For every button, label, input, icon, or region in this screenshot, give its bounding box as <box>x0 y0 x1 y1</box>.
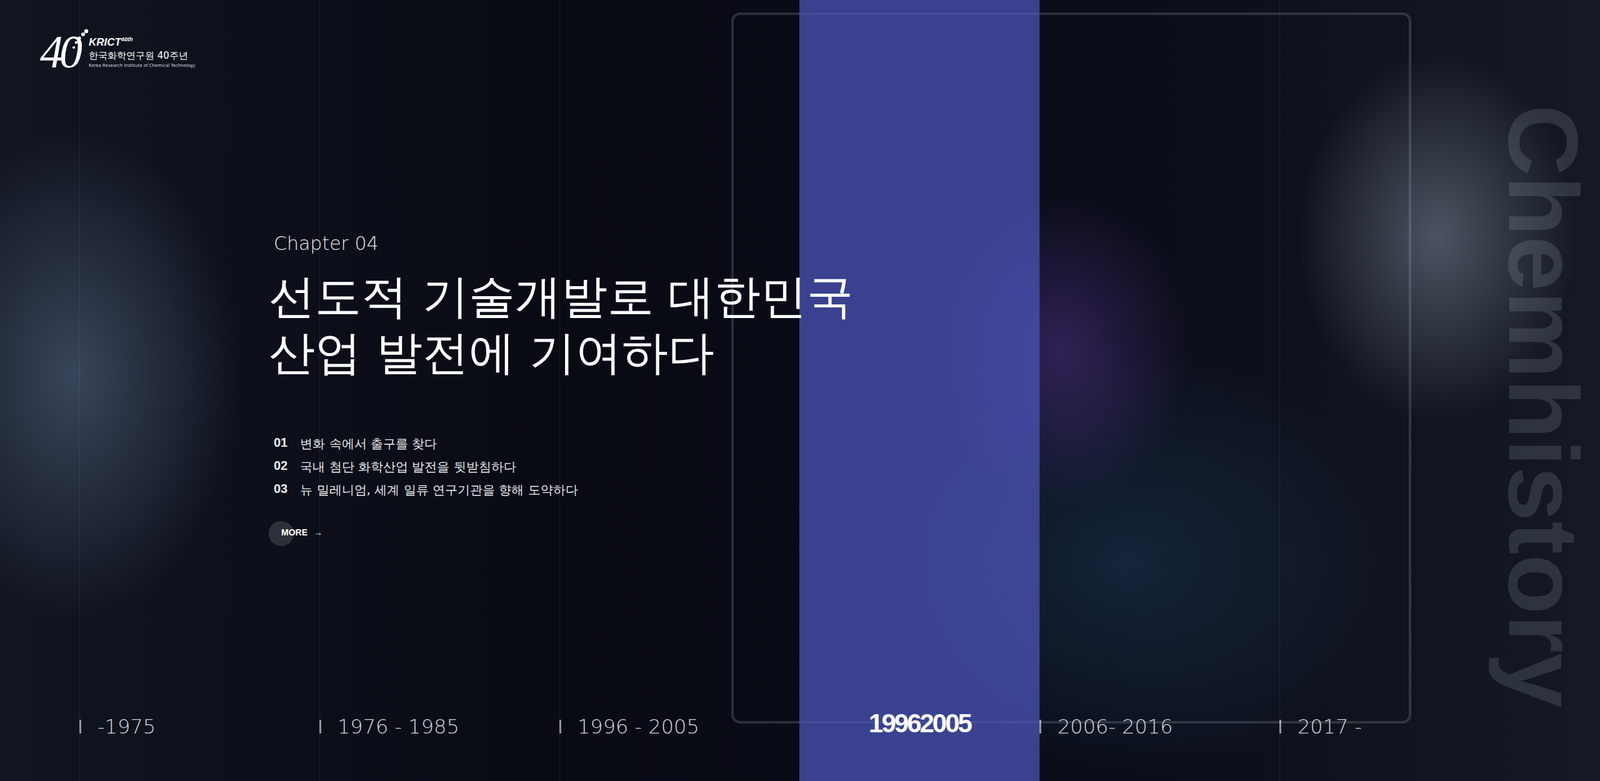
timeline-text[interactable]: 1976 - 1985 <box>337 715 460 739</box>
tick-mark <box>1039 720 1042 734</box>
timeline-text[interactable]: -1975 <box>97 715 156 739</box>
tick-mark <box>1279 720 1282 734</box>
section-list: 01 변화 속에서 출구를 찾다 02 국내 첨단 화학산업 발전을 뒷받침하다 03 뉴… <box>268 435 854 499</box>
section-text[interactable]: 변화 속에서 출구를 찾다 <box>300 435 437 453</box>
logo-number: 40 <box>40 26 79 78</box>
timeline-item[interactable]: 1976 - 1985 <box>319 0 560 781</box>
section-number[interactable]: 02 <box>273 458 288 476</box>
chapter-title: 선도적 기술개발로 대한민국산업 발전에 기여하다 <box>268 268 854 381</box>
timeline-item[interactable]: 19962005 <box>799 0 1040 781</box>
logo-superscript: 40th <box>121 36 134 43</box>
chapter-label: Chapter 04 <box>273 232 854 255</box>
dots-icon <box>70 28 89 52</box>
section-item[interactable]: 03 뉴 밀레니엄, 세계 일류 연구기관을 향해 도약하다 <box>273 481 854 499</box>
logo[interactable]: 40KRICT40th한국화학연구원 40주년Korea Research In… <box>40 28 196 75</box>
timeline-label[interactable]: -1975 <box>80 715 320 739</box>
timeline-text[interactable]: 1996 - 2005 <box>577 715 700 739</box>
timeline-item[interactable]: 2017 - <box>1279 0 1520 781</box>
title-line: 선도적 기술개발로 대한민국 <box>268 268 854 325</box>
timeline-text[interactable]: 2006- 2016 <box>1057 715 1174 739</box>
more-button[interactable]: MORE → <box>268 521 323 544</box>
timeline-label[interactable]: 1996 - 2005 <box>560 715 800 739</box>
logo-brand: KRICT <box>88 36 122 49</box>
timeline-item[interactable]: 1996 - 2005 <box>559 0 800 781</box>
timeline-item[interactable]: -1975 <box>79 0 320 781</box>
timeline: -1975 1976 - 1985 1996 - 2005 19962005 2006-… <box>0 0 1600 781</box>
timeline-text[interactable]: 19962005 <box>868 708 971 739</box>
more-label[interactable]: MORE <box>281 527 308 538</box>
watermark: Chemhistory <box>1494 104 1594 709</box>
timeline-label[interactable]: 2006- 2016 <box>1040 715 1280 739</box>
logo-title: 한국화학연구원 40주년 <box>88 50 196 62</box>
section-item[interactable]: 02 국내 첨단 화학산업 발전을 뒷받침하다 <box>273 458 854 476</box>
section-number[interactable]: 03 <box>273 481 288 499</box>
arrow-icon[interactable]: → <box>313 527 323 538</box>
section-item[interactable]: 01 변화 속에서 출구를 찾다 <box>273 435 854 453</box>
chapter-panel: Chapter 04 선도적 기술개발로 대한민국산업 발전에 기여하다 01 변화 … <box>268 232 854 544</box>
timeline-item[interactable]: 2006- 2016 <box>1039 0 1280 781</box>
title-line: 산업 발전에 기여하다 <box>268 324 854 381</box>
timeline-label[interactable]: 19962005 <box>800 708 1040 739</box>
tick-mark <box>559 720 562 734</box>
section-text[interactable]: 국내 첨단 화학산업 발전을 뒷받침하다 <box>300 458 516 476</box>
section-number[interactable]: 01 <box>273 435 288 453</box>
timeline-label[interactable]: 1976 - 1985 <box>320 715 560 739</box>
logo-text: KRICT40th한국화학연구원 40주년Korea Research Inst… <box>88 36 196 69</box>
logo-mark: 40 <box>40 28 85 75</box>
logo-subtitle: Korea Research Institute of Chemical Tec… <box>88 63 196 69</box>
timeline-text[interactable]: 2017 - <box>1297 715 1362 739</box>
section-text[interactable]: 뉴 밀레니엄, 세계 일류 연구기관을 향해 도약하다 <box>300 481 579 499</box>
logo-name: KRICT40th <box>88 36 196 49</box>
tick-mark <box>79 720 82 734</box>
timeline-label[interactable]: 2017 - <box>1280 715 1520 739</box>
tick-mark <box>319 720 322 734</box>
